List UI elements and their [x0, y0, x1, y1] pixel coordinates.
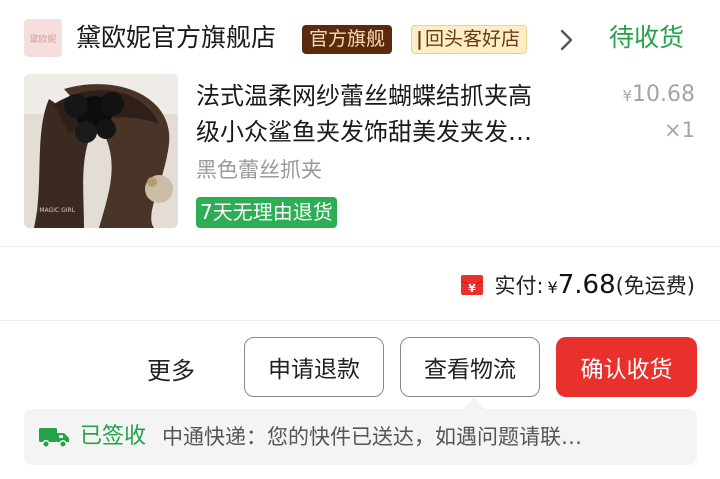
flagship-badge: 官方旗舰 — [302, 25, 393, 54]
logistics-bar[interactable]: 已签收 中通快递：您的快件已送达，如遇问题请联… — [24, 397, 697, 465]
product-title[interactable]: 法式温柔网纱蕾丝蝴蝶结抓夹高 级小众鲨鱼夹发饰甜美发夹发… — [196, 78, 596, 150]
more-button[interactable]: 更多 — [147, 351, 195, 386]
delivery-status: 已签收 — [80, 424, 147, 449]
product-quantity: ×1 — [664, 118, 695, 142]
badge-separator: | — [416, 28, 423, 50]
red-envelope-icon: ¥ — [461, 275, 484, 295]
shipping-note: (免运费) — [615, 274, 695, 298]
return-policy-tag: 7天无理由退货 — [196, 197, 337, 228]
payment-summary: ¥ 实付: ¥7.68 (免运费) — [460, 268, 695, 302]
order-status: 待收货 — [609, 23, 685, 52]
order-actions: 更多 申请退款 查看物流 确认收货 — [0, 337, 720, 399]
payment-value: 7.68 — [557, 270, 616, 300]
confirm-receipt-button[interactable]: 确认收货 — [556, 337, 697, 397]
logistics-pointer — [462, 397, 486, 421]
svg-text:¥: ¥ — [469, 282, 477, 295]
payment-label: 实付: — [494, 274, 544, 298]
product-spec: 黑色蕾丝抓夹 — [196, 158, 322, 182]
view-logistics-button[interactable]: 查看物流 — [400, 337, 540, 397]
product-item[interactable]: ♡MAGIC GIRL 法式温柔网纱蕾丝蝴蝶结抓夹高 级小众鲨鱼夹发饰甜美发夹发… — [0, 72, 720, 232]
payment-amount: ¥7.68 — [548, 270, 616, 300]
logistics-message: 中通快递：您的快件已送达，如遇问题请联… — [162, 425, 582, 449]
product-thumbnail[interactable]: ♡MAGIC GIRL — [24, 74, 178, 228]
divider — [0, 246, 720, 247]
product-title-line-2: 级小众鲨鱼夹发饰甜美发夹发… — [196, 118, 532, 146]
shop-name[interactable]: 黛欧妮官方旗舰店 — [76, 20, 276, 56]
product-price: ¥10.68 — [622, 82, 695, 107]
truck-icon — [39, 428, 69, 448]
repeat-customer-label: 回头客好店 — [424, 28, 520, 50]
repeat-customer-badge: | 回头客好店 — [411, 25, 527, 54]
product-title-line-1: 法式温柔网纱蕾丝蝴蝶结抓夹高 — [196, 82, 532, 110]
hair-clip-photo — [24, 74, 178, 228]
chevron-right-icon[interactable] — [556, 28, 576, 52]
price-currency: ¥ — [622, 87, 633, 105]
price-value: 10.68 — [632, 82, 695, 107]
payment-currency: ¥ — [547, 278, 558, 297]
request-refund-button[interactable]: 申请退款 — [244, 337, 384, 397]
shop-header: 黛欧妮 黛欧妮官方旗舰店 官方旗舰 | 回头客好店 待收货 — [0, 0, 720, 78]
divider — [0, 320, 720, 321]
shop-logo[interactable]: 黛欧妮 — [24, 19, 62, 57]
thumbnail-watermark: ♡MAGIC GIRL — [34, 207, 76, 214]
